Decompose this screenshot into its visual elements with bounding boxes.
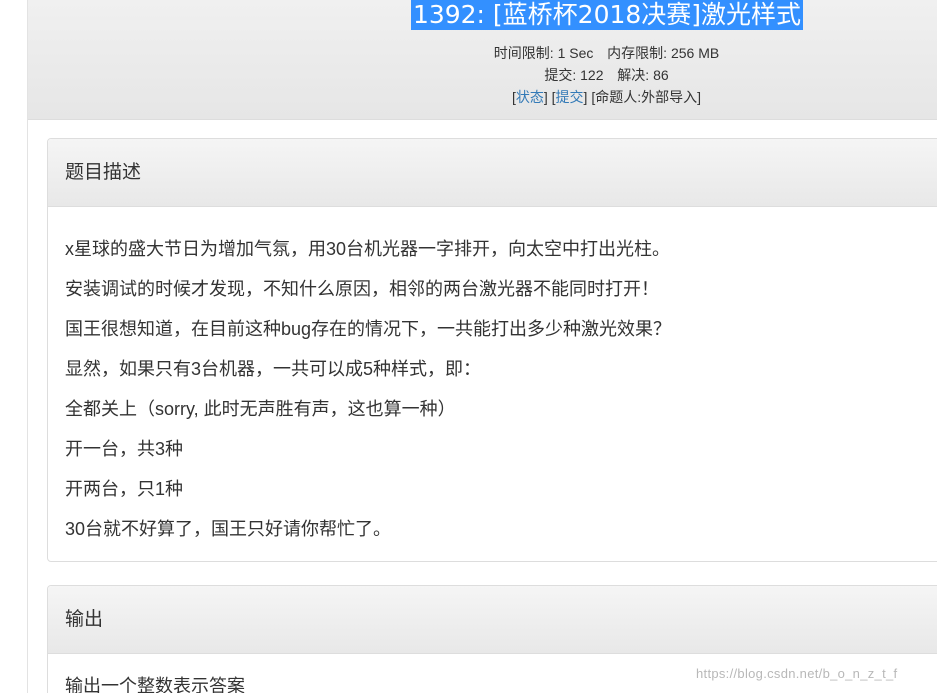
status-link[interactable]: 状态 — [516, 89, 544, 105]
problem-title: 1392: [蓝桥杯2018决赛]激光样式 — [410, 0, 804, 30]
submit-label: 提交: — [544, 67, 577, 83]
description-line: 开两台，只1种 — [65, 479, 184, 499]
time-limit-value: 1 Sec — [557, 45, 594, 61]
description-line: 全都关上（sorry, 此时无声胜有声，这也算一种） — [65, 399, 456, 419]
links-line: [状态] [提交] [命题人:外部导入] — [511, 89, 701, 105]
stats-line: 提交: 122 解决: 86 — [152, 65, 937, 85]
limits-line: 时间限制: 1 Sec 内存限制: 256 MB — [152, 43, 937, 63]
description-line: 显然，如果只有3台机器，一共可以成5种样式，即： — [65, 359, 482, 379]
title-row: 1392: [蓝桥杯2018决赛]激光样式 — [28, 0, 937, 30]
description-panel: 题目描述 x星球的盛大节日为增加气氛，用30台机光器一字排开，向太空中打出光柱。… — [47, 138, 937, 562]
description-line: 安装调试的时候才发现，不知什么原因，相邻的两台激光器不能同时打开！ — [65, 279, 659, 299]
description-line: x星球的盛大节日为增加气氛，用30台机光器一字排开，向太空中打出光柱。 — [65, 239, 671, 259]
solved-label: 解决: — [617, 67, 650, 83]
submit-link[interactable]: 提交 — [556, 89, 584, 105]
author-label: [命题人:外部导入] — [591, 89, 701, 105]
description-line: 30台就不好算了，国王只好请你帮忙了。 — [65, 519, 392, 539]
memory-limit-label: 内存限制: — [607, 45, 668, 61]
output-heading: 输出 — [48, 586, 937, 654]
left-gutter — [0, 0, 28, 693]
description-heading: 题目描述 — [48, 139, 937, 207]
description-line: 国王很想知道，在目前这种bug存在的情况下，一共能打出多少种激光效果？ — [65, 319, 672, 339]
problem-header: 1392: [蓝桥杯2018决赛]激光样式 时间限制: 1 Sec 内存限制: … — [28, 0, 937, 120]
submit-count: 122 — [580, 67, 604, 83]
watermark: https://blog.csdn.net/b_o_n_z_t_f — [696, 666, 898, 681]
time-limit-label: 时间限制: — [493, 45, 554, 61]
solved-count: 86 — [653, 67, 669, 83]
description-line: 开一台，共3种 — [65, 439, 184, 459]
description-body: x星球的盛大节日为增加气氛，用30台机光器一字排开，向太空中打出光柱。 安装调试… — [48, 207, 937, 549]
memory-limit-value: 256 MB — [670, 45, 720, 61]
